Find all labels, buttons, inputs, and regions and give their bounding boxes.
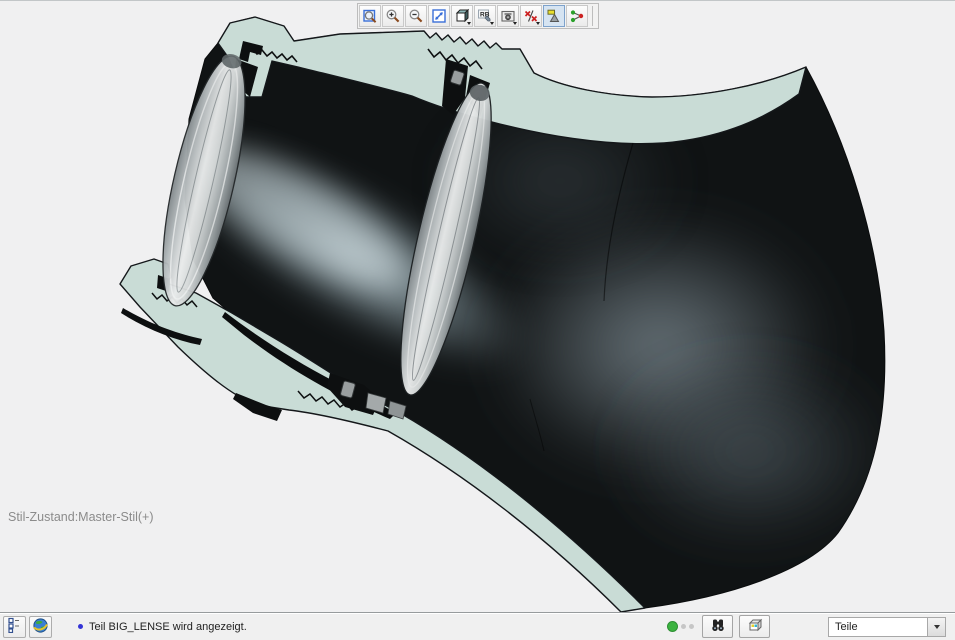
web-browser-toggle-button[interactable] bbox=[29, 616, 52, 638]
select-in-box-button[interactable] bbox=[739, 615, 770, 638]
graphics-area[interactable]: Stil-Zustand:Master-Stil(+) bbox=[0, 1, 955, 613]
spin-center-button[interactable] bbox=[566, 5, 588, 27]
toolbar-separator bbox=[592, 6, 595, 26]
find-button[interactable] bbox=[702, 615, 733, 638]
model-tree-icon bbox=[7, 617, 23, 636]
saved-orientations-button[interactable]: RB bbox=[474, 5, 496, 27]
dropdown-arrow-button[interactable] bbox=[927, 618, 945, 636]
chevron-down-icon bbox=[934, 625, 940, 629]
zoom-out-button[interactable] bbox=[405, 5, 427, 27]
annotation-display-icon bbox=[546, 8, 562, 24]
menu-arrow-icon bbox=[467, 22, 471, 25]
model-tree-toggle-button[interactable] bbox=[3, 616, 26, 638]
refit-icon bbox=[431, 8, 447, 24]
application-window: Stil-Zustand:Master-Stil(+) bbox=[0, 0, 955, 640]
datum-display-button[interactable] bbox=[520, 5, 542, 27]
display-style-button[interactable] bbox=[497, 5, 519, 27]
graphics-toolbar: RB bbox=[357, 3, 599, 29]
zoom-out-icon bbox=[408, 8, 424, 24]
menu-arrow-icon bbox=[490, 22, 494, 25]
spin-center-icon bbox=[569, 8, 585, 24]
message-bullet-icon bbox=[78, 624, 83, 629]
status-bar: Teil BIG_LENSE wird angezeigt. bbox=[0, 612, 955, 640]
zoom-in-button[interactable] bbox=[382, 5, 404, 27]
zoom-in-icon bbox=[385, 8, 401, 24]
style-state-label: Stil-Zustand:Master-Stil(+) bbox=[8, 510, 154, 524]
selection-filter-value: Teile bbox=[829, 621, 927, 633]
selection-box-icon bbox=[747, 617, 763, 636]
selection-filter-dropdown[interactable]: Teile bbox=[828, 617, 946, 637]
menu-arrow-icon bbox=[536, 22, 540, 25]
refit-button[interactable] bbox=[428, 5, 450, 27]
web-browser-globe-icon bbox=[32, 617, 49, 637]
zoom-region-button[interactable] bbox=[359, 5, 381, 27]
menu-arrow-icon bbox=[513, 22, 517, 25]
binoculars-icon bbox=[710, 617, 726, 636]
gray-indicator-icon bbox=[681, 624, 686, 629]
status-indicator-lights bbox=[667, 621, 694, 632]
named-views-button[interactable] bbox=[451, 5, 473, 27]
annotation-display-button[interactable] bbox=[543, 5, 565, 27]
gray-indicator-icon bbox=[689, 624, 694, 629]
green-indicator-icon bbox=[667, 621, 678, 632]
status-message: Teil BIG_LENSE wird angezeigt. bbox=[89, 621, 247, 633]
zoom-region-icon bbox=[362, 8, 378, 24]
